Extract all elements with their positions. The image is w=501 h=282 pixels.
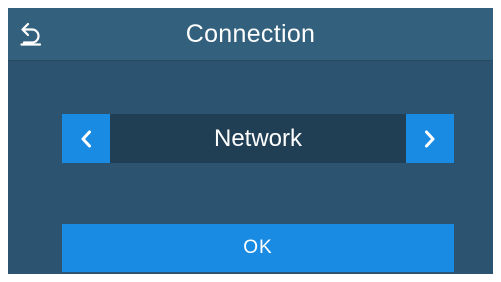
page-title: Connection [185,20,316,48]
back-arrow-icon [20,22,42,46]
next-option-button[interactable] [406,114,454,163]
header-bar: Connection [8,8,493,61]
chevron-left-icon [81,130,91,147]
previous-option-button[interactable] [62,114,110,163]
chevron-right-icon [425,130,435,147]
back-button[interactable] [14,17,48,51]
connection-type-selector: Network [62,114,454,163]
selected-connection-value: Network [213,125,303,152]
connection-screen: Connection Network OK [8,8,493,274]
ok-button[interactable]: OK [62,224,454,272]
